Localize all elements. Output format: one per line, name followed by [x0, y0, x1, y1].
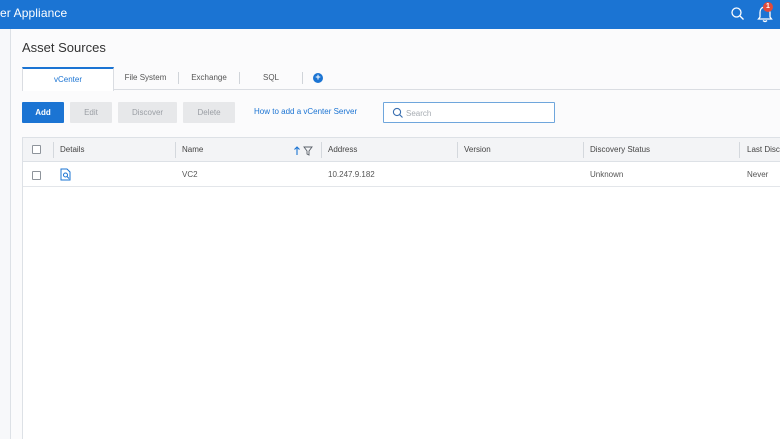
add-tab-icon[interactable]: +: [313, 73, 323, 83]
search-box[interactable]: [383, 102, 555, 123]
cell-last-discovery: Never: [747, 170, 769, 179]
tab-exchange[interactable]: Exchange: [179, 67, 239, 90]
app-title: er Appliance: [0, 6, 68, 20]
column-separator: [321, 142, 322, 158]
column-header-details[interactable]: Details: [60, 138, 84, 162]
column-header-version[interactable]: Version: [464, 138, 491, 162]
delete-button[interactable]: Delete: [183, 102, 235, 123]
sort-ascending-icon[interactable]: [293, 146, 315, 156]
column-header-discovery-status[interactable]: Discovery Status: [590, 138, 650, 162]
top-bar: [0, 0, 780, 29]
help-link[interactable]: How to add a vCenter Server: [254, 107, 357, 116]
add-button[interactable]: Add: [22, 102, 64, 123]
page-title: Asset Sources: [22, 40, 106, 55]
row-checkbox[interactable]: [32, 171, 41, 180]
search-icon[interactable]: [729, 5, 747, 23]
column-separator: [583, 142, 584, 158]
column-separator: [53, 142, 54, 158]
details-icon[interactable]: [60, 168, 72, 181]
column-separator: [457, 142, 458, 158]
search-input[interactable]: [406, 106, 546, 120]
tab-vcenter[interactable]: vCenter: [22, 67, 114, 91]
column-header-name[interactable]: Name: [182, 138, 203, 162]
asset-sources-table: Details Name Address Version Discovery S…: [22, 137, 780, 439]
column-separator: [739, 142, 740, 158]
tab-separator: [302, 72, 303, 84]
select-all-checkbox[interactable]: [32, 145, 41, 154]
table-row[interactable]: VC2 10.247.9.182 Unknown Never: [23, 163, 780, 187]
notification-badge: 1: [763, 2, 773, 12]
column-header-last-discovery[interactable]: Last Disco: [747, 138, 780, 162]
cell-discovery-status: Unknown: [590, 170, 624, 179]
tab-sql[interactable]: SQL: [240, 67, 302, 90]
search-icon: [392, 107, 403, 118]
table-header: Details Name Address Version Discovery S…: [23, 138, 780, 162]
discover-button[interactable]: Discover: [118, 102, 177, 123]
cell-name: VC2: [182, 170, 198, 179]
tab-file-system[interactable]: File System: [114, 67, 177, 90]
column-header-address[interactable]: Address: [328, 138, 357, 162]
edit-button[interactable]: Edit: [70, 102, 112, 123]
tab-bar: vCenter File System Exchange SQL: [22, 67, 780, 91]
column-separator: [175, 142, 176, 158]
cell-address: 10.247.9.182: [328, 170, 375, 179]
